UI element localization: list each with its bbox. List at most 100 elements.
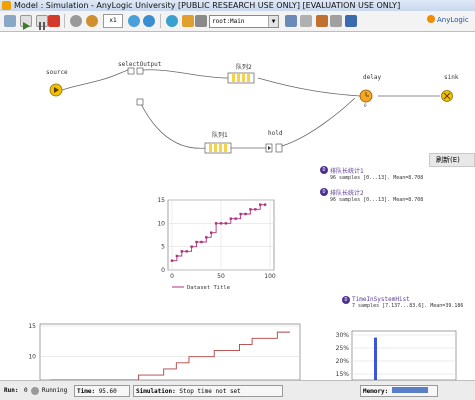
histogram-y-tick: 30% bbox=[336, 332, 350, 339]
queue-stat-2-detail: 96 samples [0...13]. Mean=8.708 bbox=[330, 197, 424, 203]
chart2-y-tick: 15 bbox=[28, 323, 36, 330]
process-flowchart: source selectOutput 队列2 队列1 hold delay 0… bbox=[28, 61, 459, 380]
info-icon[interactable] bbox=[345, 15, 357, 27]
statistics-icon: D bbox=[320, 166, 328, 174]
queue-stat-1-detail: 96 samples [0...13]. Mean=8.708 bbox=[330, 175, 424, 181]
queue-stat-2[interactable]: D 排队长统计2 96 samples [0...13]. Mean=8.708 bbox=[320, 188, 424, 203]
histogram-plot-area bbox=[351, 330, 457, 380]
view-options-icon[interactable] bbox=[300, 15, 312, 27]
anylogic-logo-icon bbox=[427, 15, 435, 23]
chart1-point bbox=[190, 245, 193, 248]
memory-bar bbox=[391, 387, 428, 393]
queue1-label: 队列1 bbox=[212, 131, 228, 139]
window-titlebar: Model : Simulation - AnyLogic University… bbox=[0, 0, 475, 11]
status-bar: Run: 0 Running Time: 95.60 Simulation: S… bbox=[0, 380, 475, 400]
zoom-icon[interactable] bbox=[285, 15, 297, 27]
simulation-display: Simulation: Stop time not set bbox=[133, 385, 283, 397]
connector-queue2-delay bbox=[257, 77, 361, 97]
queue2-label: 队列2 bbox=[236, 63, 252, 71]
speed-field[interactable]: x1 bbox=[103, 14, 123, 28]
time-in-system-hist[interactable]: D TimeInSystemHist 7 samples [7.137...83… bbox=[342, 296, 464, 309]
simulation-label: Simulation: bbox=[136, 388, 176, 395]
chart1-point bbox=[254, 208, 257, 211]
time-value: 95.60 bbox=[98, 388, 117, 395]
connector-select-queue2 bbox=[142, 69, 229, 79]
memory-label: Memory: bbox=[363, 388, 389, 395]
queue-stat-1[interactable]: D 排队长统计1 96 samples [0...13]. Mean=8.708 bbox=[320, 166, 424, 181]
refresh-button[interactable]: 刷新(E) bbox=[429, 153, 475, 167]
anylogic-brand: AnyLogic bbox=[427, 15, 469, 24]
run-label: Run: bbox=[4, 387, 19, 394]
delay-count: 0 bbox=[364, 103, 367, 108]
run-icon[interactable] bbox=[20, 15, 32, 30]
chart2: 10 15 bbox=[28, 323, 301, 380]
queue1-block[interactable] bbox=[204, 142, 232, 154]
chart1-point bbox=[224, 222, 228, 225]
toolbar: x1 root:Main ▼ AnyLogic bbox=[0, 11, 475, 32]
globe-icon[interactable] bbox=[166, 15, 178, 27]
time-hist-name: TimeInSystemHist bbox=[352, 296, 410, 303]
stop-icon[interactable] bbox=[48, 15, 60, 27]
chart1-y-tick: 0 bbox=[161, 267, 165, 274]
delay-block[interactable] bbox=[359, 89, 373, 103]
queue-stat-2-name: 排队长统计2 bbox=[330, 190, 364, 197]
sink-label: sink bbox=[444, 74, 459, 81]
chart1-point bbox=[210, 231, 213, 234]
chart2-plot-area bbox=[39, 323, 301, 380]
chart1-point bbox=[244, 212, 247, 216]
statistics-icon: D bbox=[320, 188, 328, 196]
view-selector-value: root:Main bbox=[212, 18, 245, 25]
histogram-y-tick: 15% bbox=[336, 371, 350, 378]
time-label: Time: bbox=[77, 388, 96, 395]
chart1-point bbox=[170, 259, 174, 262]
chart1-y-tick: 5 bbox=[161, 244, 165, 251]
brand-label: AnyLogic bbox=[437, 16, 469, 24]
navigate-icon[interactable] bbox=[195, 15, 207, 27]
chart1-y-tick: 10 bbox=[157, 220, 165, 227]
histogram-icon: D bbox=[342, 296, 350, 304]
chart1-point bbox=[214, 222, 218, 225]
connector-hold-delay bbox=[281, 97, 356, 147]
chart1-point bbox=[239, 212, 242, 216]
select-output-label: selectOutput bbox=[118, 61, 162, 68]
simulation-value: Stop time not set bbox=[179, 388, 241, 395]
chart1-point bbox=[219, 222, 223, 225]
connector-source-select bbox=[61, 69, 129, 91]
sink-block[interactable] bbox=[441, 90, 453, 102]
histogram-y-tick: 25% bbox=[336, 345, 350, 352]
chart1-point bbox=[229, 217, 232, 220]
step-icon[interactable] bbox=[70, 15, 82, 27]
time-hist-detail: 7 samples [7.137...83.6]. Mean=39.186 bbox=[352, 303, 464, 309]
hold-label: hold bbox=[268, 130, 283, 137]
clock-icon[interactable] bbox=[86, 15, 98, 27]
copy-icon[interactable] bbox=[4, 15, 16, 27]
slower-icon[interactable] bbox=[128, 15, 140, 27]
running-icon bbox=[31, 387, 39, 395]
chart1-point bbox=[234, 217, 237, 220]
pause-icon[interactable] bbox=[36, 15, 48, 30]
source-block[interactable] bbox=[49, 83, 63, 97]
view-selector[interactable]: root:Main ▼ bbox=[209, 15, 279, 28]
delay-label: delay bbox=[363, 74, 381, 81]
source-label: source bbox=[46, 69, 68, 76]
chart1: 0 5 10 15 0 50 100 Dataset Title bbox=[157, 197, 276, 291]
faster-icon[interactable] bbox=[143, 15, 155, 27]
queue2-block[interactable] bbox=[227, 72, 255, 84]
time-histogram: 15% 20% 25% 30% bbox=[336, 330, 457, 380]
chart2-y-tick: 10 bbox=[28, 354, 36, 361]
chart1-x-tick: 0 bbox=[170, 273, 174, 280]
anylogic-app-icon bbox=[2, 1, 11, 10]
hold-block[interactable] bbox=[265, 143, 283, 153]
window-title: Model : Simulation - AnyLogic University… bbox=[14, 1, 401, 10]
chart1-point bbox=[205, 236, 208, 239]
model-canvas: source selectOutput 队列2 队列1 hold delay 0… bbox=[0, 32, 475, 380]
chart1-point bbox=[180, 250, 183, 253]
connector-select-queue1 bbox=[139, 101, 207, 149]
chart1-x-tick: 50 bbox=[217, 273, 225, 280]
chevron-down-icon[interactable]: ▼ bbox=[268, 16, 278, 27]
settings-icon[interactable] bbox=[330, 15, 342, 27]
experiment-icon[interactable] bbox=[316, 15, 328, 27]
select-output-block[interactable] bbox=[127, 67, 144, 106]
home-icon[interactable] bbox=[182, 15, 194, 27]
time-display: Time: 95.60 bbox=[74, 385, 130, 397]
